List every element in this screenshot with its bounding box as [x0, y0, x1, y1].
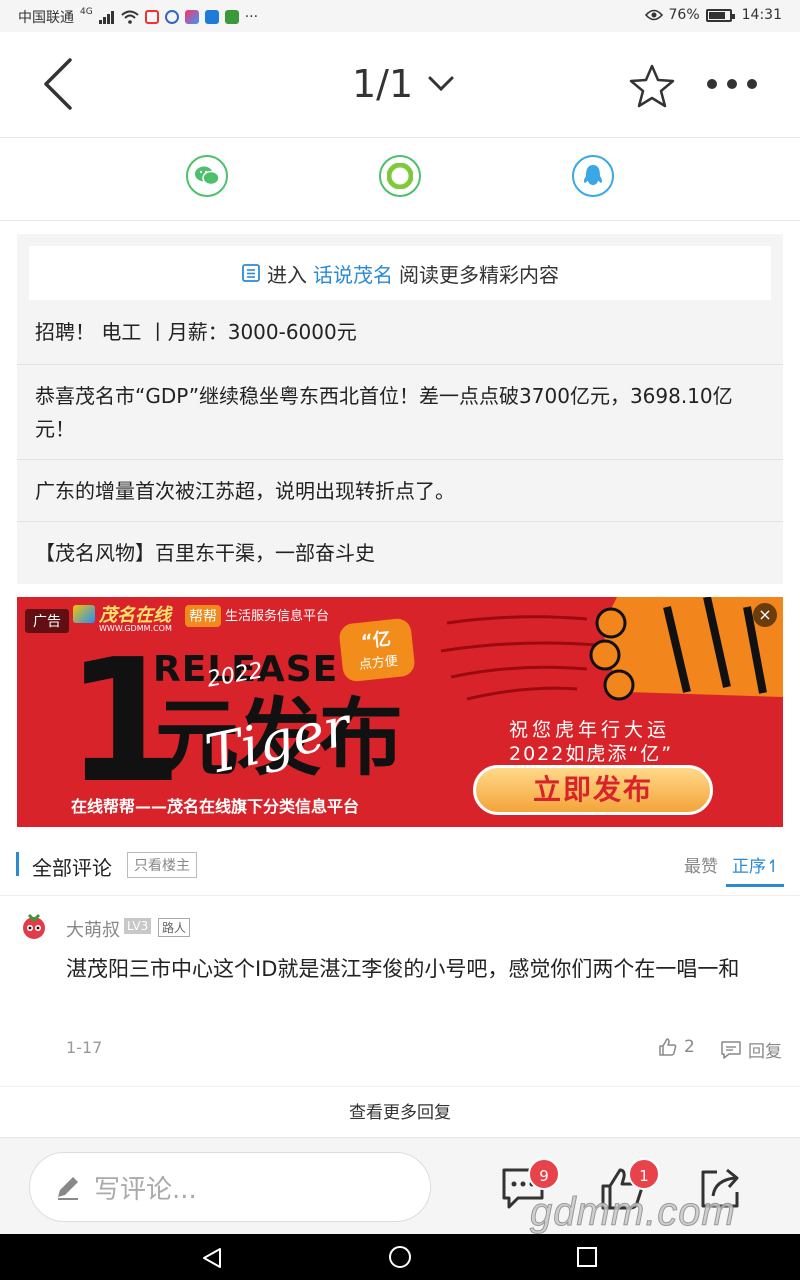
comment-date: 1-17 — [66, 1038, 103, 1057]
page-indicator-label: 1/1 — [352, 62, 414, 106]
enter-prefix: 进入 — [267, 262, 307, 287]
forum-link[interactable]: 话说茂名 — [313, 259, 393, 288]
more-notifications: ··· — [244, 9, 259, 25]
ad-wish-line1: 祝您虎年行大运 — [509, 719, 671, 741]
enter-suffix: 阅读更多精彩内容 — [399, 262, 559, 287]
signal-icon — [98, 11, 114, 24]
write-comment-placeholder: 写评论... — [94, 1174, 197, 1205]
app-icon-green — [224, 10, 239, 24]
pencil-icon — [58, 1177, 78, 1200]
more-dots-icon — [707, 79, 757, 89]
app-icon-red — [144, 10, 159, 24]
chevron-down-icon — [428, 76, 454, 92]
star-icon — [629, 64, 675, 108]
write-comment-input[interactable]: 写评论... — [29, 1152, 431, 1222]
carrier-label: 中国联通 — [18, 10, 74, 26]
comment-like-count: 2 — [684, 1037, 695, 1057]
moments-icon — [387, 163, 413, 189]
battery-percent: 76% — [668, 7, 700, 23]
comment-username[interactable]: 大萌叔 — [66, 916, 120, 942]
eye-icon — [644, 9, 663, 21]
wifi-icon — [121, 10, 139, 24]
more-replies-button[interactable]: 查看更多回复 — [0, 1088, 800, 1138]
likes-count-badge: 1 — [628, 1158, 660, 1190]
site-watermark: gdmm.com — [530, 1190, 736, 1235]
comment-item: 大萌叔 LV3 路人 湛茂阳三市中心这个ID就是湛江李俊的小号吧，感觉你们两个在… — [0, 895, 800, 1087]
ad-banner[interactable]: 广告 茂名在线 WWW.GDMM.COM 帮帮 生活服务信息平台 “亿 点方便 … — [17, 597, 783, 827]
sort-order-tab[interactable]: 正序↿ — [732, 852, 780, 877]
more-button[interactable] — [704, 74, 760, 94]
related-item[interactable]: 广东的增量首次被江苏超，说明出现转折点了。 — [17, 460, 783, 522]
nav-back-icon[interactable] — [200, 1246, 224, 1270]
ad-cta-button[interactable]: 立即发布 — [473, 765, 713, 815]
comment-reply-button[interactable]: 回复 — [720, 1037, 782, 1062]
clock: 14:31 — [741, 7, 782, 23]
ad-sub-brand: 帮帮 — [185, 605, 221, 627]
wechat-icon — [195, 166, 220, 186]
related-item[interactable]: 招聘！ 电工 丨月薪：3000-6000元 — [17, 300, 783, 365]
nav-home-icon[interactable] — [388, 1245, 412, 1269]
app-icon-circle — [164, 10, 179, 24]
network-label: 4G — [80, 7, 93, 17]
level-badge: LV3 — [124, 918, 152, 934]
section-marker — [16, 852, 19, 876]
ad-footer: 在线帮帮——茂名在线旗下分类信息平台 — [71, 797, 360, 816]
related-item[interactable]: 【茂名风物】百里东干渠，一部奋斗史 — [17, 522, 783, 584]
share-row — [0, 139, 800, 221]
ad-platform: 生活服务信息平台 — [225, 609, 330, 624]
active-tab-underline — [726, 884, 784, 887]
back-arrow-icon — [44, 58, 72, 110]
share-wechat-button[interactable] — [186, 155, 228, 197]
comment-like-button[interactable]: 2 — [658, 1037, 695, 1057]
app-icon-colorful — [184, 10, 199, 24]
enter-forum-bar[interactable]: 进入 话说茂名 阅读更多精彩内容 — [29, 246, 771, 300]
nav-recents-icon[interactable] — [576, 1246, 598, 1268]
share-qq-button[interactable] — [572, 155, 614, 197]
qq-icon — [583, 165, 603, 185]
comments-header: 全部评论 只看楼主 最赞 正序↿ — [0, 838, 800, 890]
only-op-toggle[interactable]: 只看楼主 — [127, 852, 197, 878]
battery-icon — [705, 8, 735, 22]
ad-cta-label: 立即发布 — [532, 773, 653, 806]
comments-title: 全部评论 — [32, 856, 112, 880]
status-bar: 中国联通 4G ··· 76% 14:31 — [0, 0, 800, 32]
ad-close-button[interactable]: × — [753, 603, 777, 627]
app-icon-zhihu — [204, 10, 219, 24]
comments-count-badge: 9 — [528, 1158, 560, 1190]
top-nav: 1/1 — [0, 32, 800, 138]
share-moments-button[interactable] — [379, 155, 421, 197]
back-button[interactable] — [38, 54, 78, 114]
page-indicator[interactable]: 1/1 — [352, 62, 455, 106]
ad-wish-line2: 2022如虎添“亿” — [509, 743, 674, 765]
comment-text: 湛茂阳三市中心这个ID就是湛江李俊的小号吧，感觉你们两个在一唱一和 — [66, 957, 740, 981]
related-item[interactable]: 恭喜茂名市“GDP”继续稳坐粤东西北首位！差一点点破3700亿元，3698.10… — [17, 365, 783, 460]
favorite-button[interactable] — [628, 62, 676, 110]
reply-icon — [721, 1040, 741, 1059]
role-badge: 路人 — [158, 918, 191, 937]
ad-brand-logo — [73, 605, 95, 623]
comment-reply-label: 回复 — [748, 1042, 782, 1062]
system-nav-bar — [0, 1234, 800, 1280]
related-section: 进入 话说茂名 阅读更多精彩内容 招聘！ 电工 丨月薪：3000-6000元 恭… — [17, 234, 783, 584]
ad-yi-badge: “亿 点方便 — [338, 617, 416, 683]
avatar[interactable] — [20, 912, 48, 940]
thumbs-up-icon — [659, 1038, 677, 1056]
sort-hot-tab[interactable]: 最赞 — [684, 852, 718, 877]
ad-badge: 广告 — [25, 609, 69, 633]
list-icon — [242, 264, 260, 282]
